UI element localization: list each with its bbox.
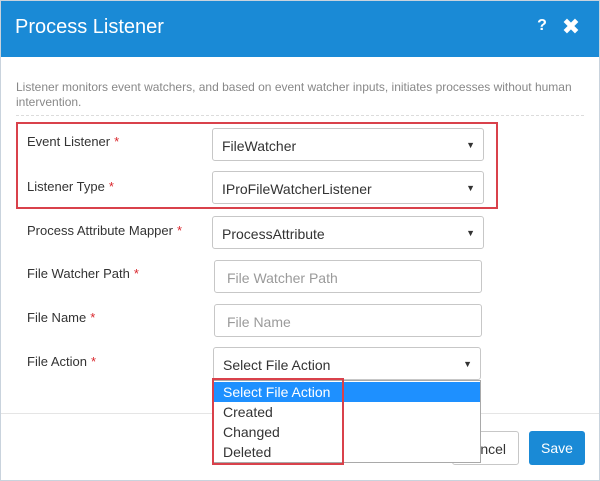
required-marker: * [133,266,139,281]
file-action-option-select[interactable]: Select File Action [214,382,480,402]
file-watcher-path-input[interactable]: File Watcher Path [214,260,482,293]
file-action-value: Select File Action [223,357,331,373]
process-attribute-mapper-label: Process Attribute Mapper * [27,223,182,238]
file-action-option-changed[interactable]: Changed [214,422,480,442]
file-action-select[interactable]: Select File Action ▼ [213,347,481,380]
dialog-title: Process Listener [15,16,164,38]
file-action-dropdown: Select File Action Created Changed Delet… [213,380,481,463]
description-divider [16,115,584,116]
help-icon[interactable]: ? [533,17,551,39]
dialog-header: Process Listener ? ✖ [1,1,599,57]
save-button[interactable]: Save [529,431,585,465]
file-watcher-path-label-text: File Watcher Path [27,266,130,281]
file-watcher-path-label: File Watcher Path * [27,266,139,281]
caret-down-icon: ▼ [463,359,472,369]
file-name-label-text: File Name [27,310,87,325]
process-listener-dialog: Process Listener ? ✖ Listener monitors e… [0,0,600,481]
close-icon[interactable]: ✖ [561,15,581,39]
process-attribute-mapper-select[interactable]: ProcessAttribute ▼ [212,216,484,249]
process-attribute-mapper-value: ProcessAttribute [222,226,325,242]
required-marker: * [90,354,97,369]
required-marker: * [90,310,96,325]
file-name-label: File Name * [27,310,95,325]
process-attribute-mapper-label-text: Process Attribute Mapper [27,223,173,238]
file-action-option-deleted[interactable]: Deleted [214,442,480,462]
dialog-description: Listener monitors event watchers, and ba… [16,80,572,109]
highlight-box-listener [16,122,498,209]
required-marker: * [176,223,183,238]
file-action-label: File Action * [27,354,96,369]
file-action-option-created[interactable]: Created [214,402,480,422]
file-name-input[interactable]: File Name [214,304,482,337]
caret-down-icon: ▼ [466,228,475,238]
file-action-label-text: File Action [27,354,87,369]
